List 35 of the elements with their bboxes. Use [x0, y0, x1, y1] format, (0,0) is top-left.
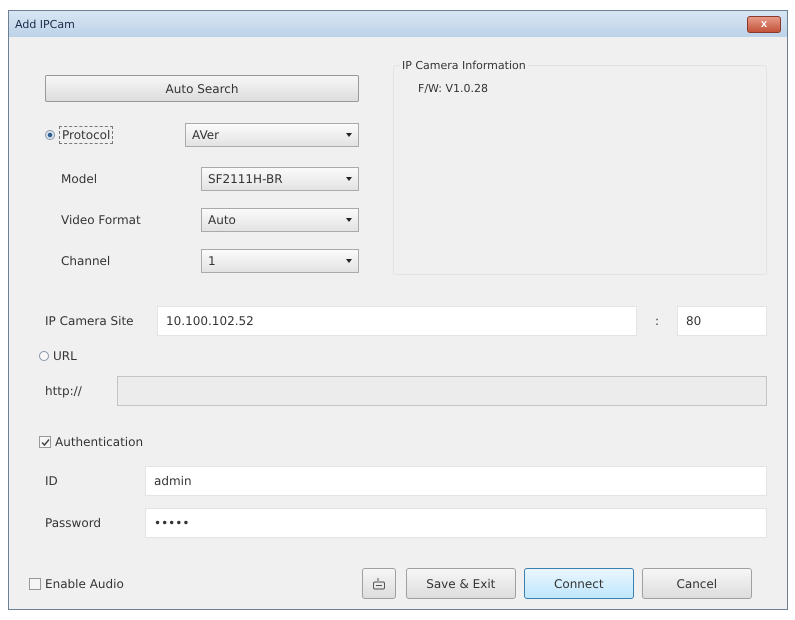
dialog-button[interactable]: Save & Exit [406, 568, 516, 599]
field-label: Password [45, 516, 102, 530]
field-label: Video Format [60, 213, 142, 227]
field-label: Channel [60, 254, 112, 268]
firmware-text: F/W: V1.0.28 [418, 82, 489, 95]
caret-icon [346, 218, 352, 222]
protocol-radio[interactable] [45, 130, 55, 140]
checkbox-label: Authentication [55, 435, 144, 449]
text-field[interactable]: ••••• [145, 508, 767, 538]
group-title: IP Camera Information [400, 59, 528, 72]
text-field[interactable]: admin [145, 466, 767, 496]
ip-address-field[interactable]: 10.100.102.52 [157, 306, 637, 336]
radio-label: URL [53, 349, 77, 363]
dialog-button[interactable]: Connect [524, 568, 634, 599]
field-label: http:// [45, 384, 83, 398]
dropdown[interactable]: Auto [201, 208, 359, 232]
separator-text: : [654, 314, 660, 328]
field-label: Model [60, 172, 98, 186]
caret-icon [346, 259, 352, 263]
protocol-dropdown[interactable]: AVer [185, 123, 359, 147]
caret-icon [346, 177, 352, 181]
field-label: IP Camera Site [45, 314, 135, 328]
authentication-checkbox[interactable] [39, 436, 51, 448]
enable-audio-checkbox[interactable] [29, 578, 41, 590]
protocol-label[interactable]: Protocol [59, 126, 114, 144]
keyboard-button[interactable] [362, 568, 396, 599]
checkbox-label: Enable Audio [45, 576, 124, 590]
caret-icon [346, 133, 352, 137]
port-field[interactable]: 80 [677, 306, 767, 336]
field-label: ID [45, 474, 59, 488]
dropdown[interactable]: 1 [201, 249, 359, 273]
dialog-button[interactable]: Cancel [642, 568, 752, 599]
dropdown[interactable]: SF2111H-BR [201, 167, 359, 191]
window-title: Add IPCam [15, 18, 75, 30]
auto-search-button[interactable]: Auto Search [45, 75, 359, 102]
